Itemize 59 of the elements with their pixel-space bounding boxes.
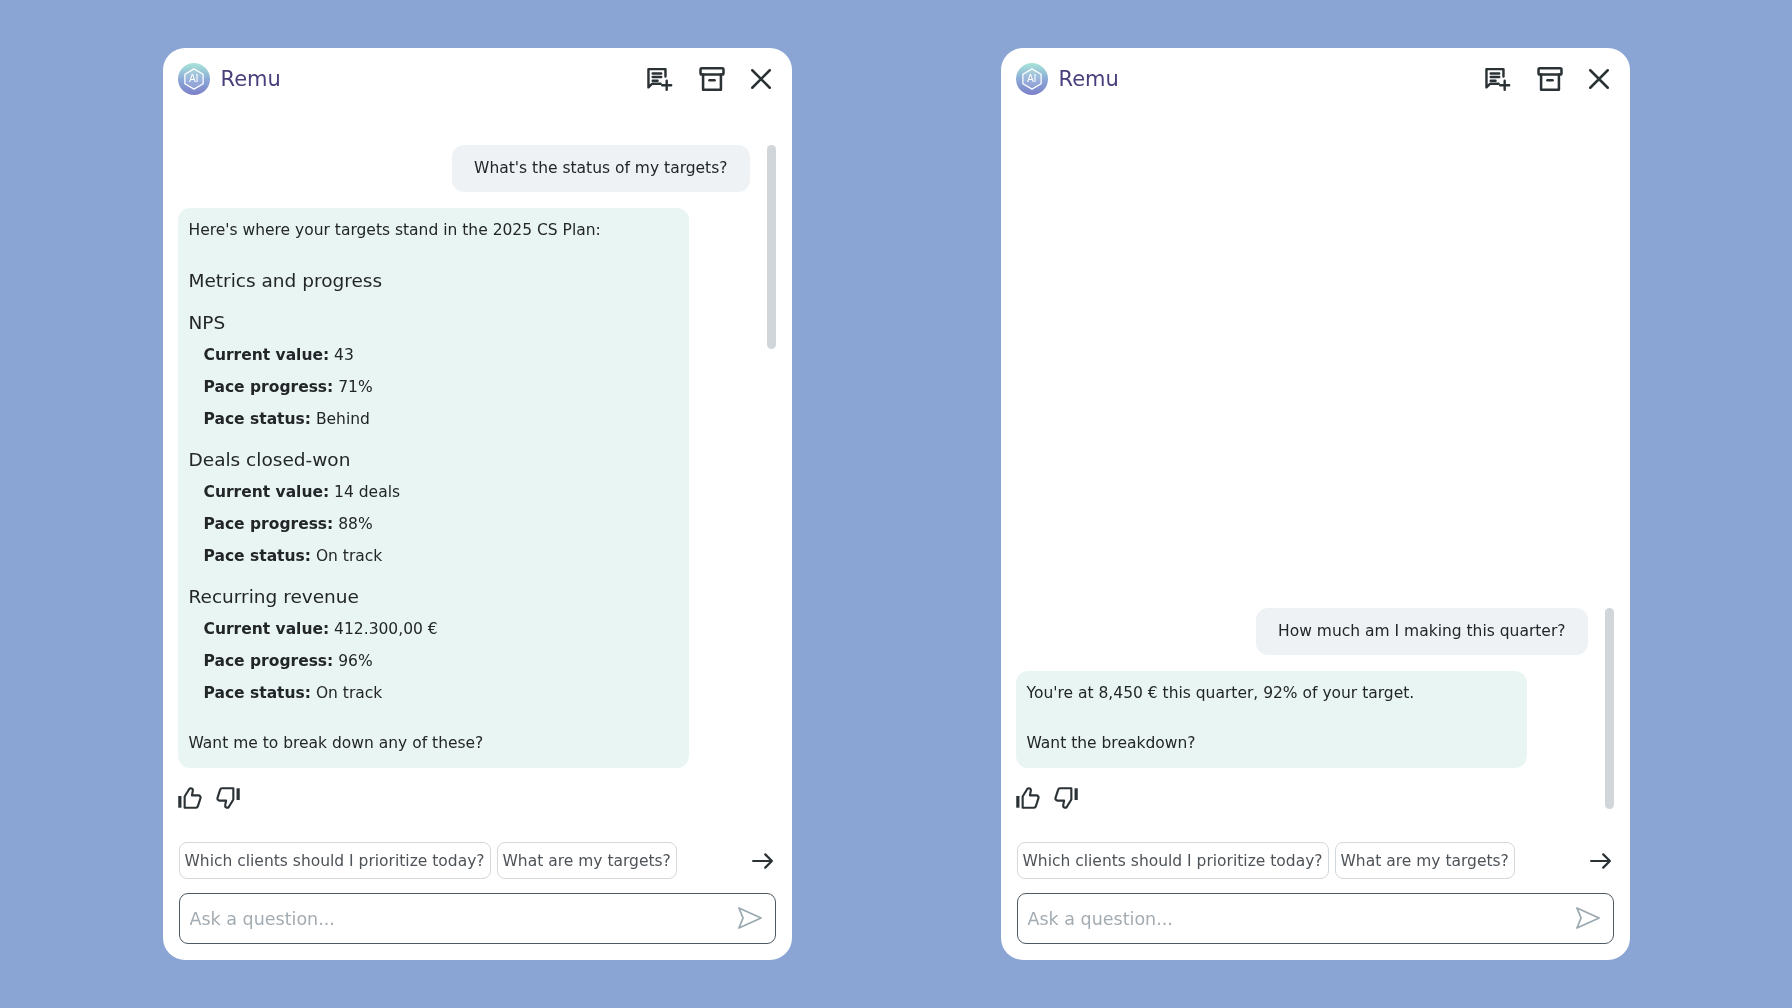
thumbs-up-icon — [1015, 787, 1040, 809]
archive-button[interactable] — [1536, 66, 1563, 92]
archive-button[interactable] — [698, 66, 725, 92]
scrollbar-thumb[interactable] — [766, 145, 776, 349]
metric-line: Pace progress: 71% — [203, 377, 374, 398]
metric-line: Pace status: On track — [203, 546, 384, 567]
hexagon-icon — [1021, 68, 1042, 90]
arrow-right-icon — [751, 852, 773, 869]
metric-line: Current value: 412.300,00 € — [203, 619, 439, 640]
message-text: You're at 8,450 € this quarter, 92% of your target. — [1026, 683, 1416, 704]
section-title: Deals closed-won — [188, 448, 352, 472]
close-icon — [750, 69, 771, 89]
more-suggestions-button[interactable] — [1589, 852, 1611, 869]
thumbs-down-button[interactable] — [215, 787, 240, 809]
suggestion-chip[interactable]: Which clients should I prioritize today? — [1016, 842, 1329, 879]
thumbs-down-button[interactable] — [1053, 787, 1078, 809]
new-chat-button[interactable] — [1484, 66, 1511, 92]
section-title: NPS — [188, 311, 227, 335]
new-chat-button[interactable] — [646, 66, 673, 92]
archive-box-icon — [698, 66, 725, 92]
suggestion-chip[interactable]: Which clients should I prioritize today? — [178, 842, 491, 879]
message-text: Here's where your targets stand in the 2025 CS Plan: — [188, 220, 602, 241]
metric-line: Current value: 43 — [203, 345, 355, 366]
close-button[interactable] — [1588, 69, 1609, 89]
logo-text: AI — [189, 73, 198, 85]
arrow-right-icon — [1589, 852, 1611, 869]
thumbs-down-icon — [215, 787, 240, 809]
thumbs-up-icon — [177, 787, 202, 809]
metric-line: Pace progress: 88% — [203, 514, 374, 535]
suggestion-chip[interactable]: What are my targets? — [1334, 842, 1515, 879]
chat-plus-icon — [646, 66, 673, 92]
section-title: Recurring revenue — [188, 585, 360, 609]
assistant-name: Remu — [1058, 67, 1119, 91]
message-text: Want the breakdown? — [1026, 733, 1197, 754]
question-input[interactable]: Ask a question... — [178, 893, 776, 944]
close-button[interactable] — [750, 69, 771, 89]
metric-line: Pace progress: 96% — [203, 651, 374, 672]
more-suggestions-button[interactable] — [751, 852, 773, 869]
metric-line: Pace status: Behind — [203, 409, 371, 430]
message-text: Want me to break down any of these? — [188, 733, 485, 754]
send-icon — [737, 907, 762, 929]
metric-line: Current value: 14 deals — [203, 482, 402, 503]
user-message: What's the status of my targets? — [452, 145, 750, 192]
question-input[interactable]: Ask a question... — [1016, 893, 1614, 944]
message-heading: Metrics and progress — [188, 269, 384, 293]
logo-text: AI — [1027, 73, 1036, 85]
hexagon-icon — [183, 68, 204, 90]
metric-line: Pace status: On track — [203, 683, 384, 704]
archive-box-icon — [1536, 66, 1563, 92]
thumbs-down-icon — [1053, 787, 1078, 809]
user-message: How much am I making this quarter? — [1256, 608, 1588, 655]
chat-plus-icon — [1484, 66, 1511, 92]
thumbs-up-button[interactable] — [1015, 787, 1040, 809]
suggestion-chip[interactable]: What are my targets? — [496, 842, 677, 879]
send-icon — [1575, 907, 1600, 929]
thumbs-up-button[interactable] — [177, 787, 202, 809]
assistant-name: Remu — [220, 67, 281, 91]
scrollbar-thumb[interactable] — [1604, 608, 1614, 809]
close-icon — [1588, 69, 1609, 89]
